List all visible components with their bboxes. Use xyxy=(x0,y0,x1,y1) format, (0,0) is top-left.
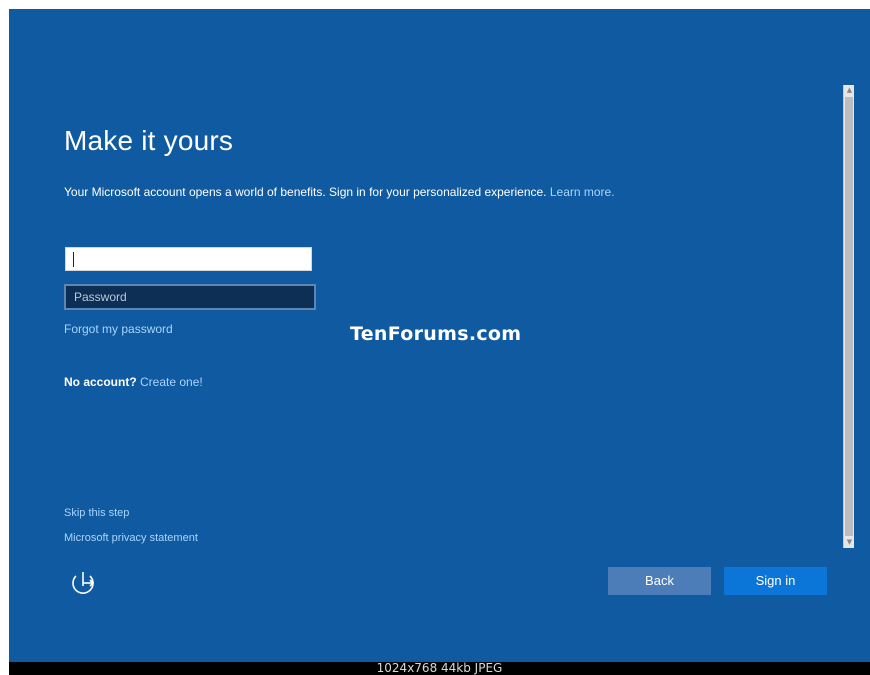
scroll-down-arrow-icon[interactable]: ▼ xyxy=(845,538,854,547)
create-account-link[interactable]: Create one! xyxy=(140,375,203,389)
description: Your Microsoft account opens a world of … xyxy=(64,184,624,201)
ease-of-access-icon[interactable] xyxy=(67,567,99,599)
image-caption: 1024x768 44kb JPEG xyxy=(9,662,870,675)
learn-more-link[interactable]: Learn more. xyxy=(550,185,615,199)
description-text: Your Microsoft account opens a world of … xyxy=(64,185,547,199)
no-account-question: No account? xyxy=(64,375,137,389)
email-input[interactable] xyxy=(65,247,312,271)
scroll-thumb[interactable] xyxy=(845,97,853,536)
sign-in-button[interactable]: Sign in xyxy=(724,567,827,595)
back-button[interactable]: Back xyxy=(608,567,711,595)
scroll-up-arrow-icon[interactable]: ▲ xyxy=(845,86,854,95)
vertical-scrollbar[interactable]: ▲ ▼ xyxy=(843,85,854,548)
password-placeholder: Password xyxy=(74,290,127,304)
page-title: Make it yours xyxy=(64,125,234,156)
password-input[interactable]: Password xyxy=(64,284,316,310)
no-account-line: No account? Create one! xyxy=(64,375,203,389)
watermark: TenForums.com xyxy=(350,323,522,345)
forgot-password-link[interactable]: Forgot my password xyxy=(64,322,173,336)
skip-step-link[interactable]: Skip this step xyxy=(64,507,129,519)
text-caret xyxy=(73,252,74,267)
oobe-screen: Make it yours Your Microsoft account ope… xyxy=(9,9,870,662)
privacy-statement-link[interactable]: Microsoft privacy statement xyxy=(64,532,198,544)
